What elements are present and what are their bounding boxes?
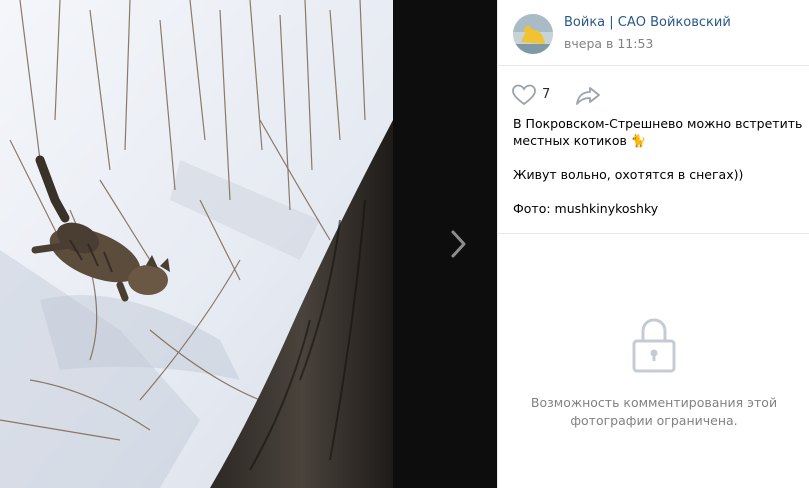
post-time: вчера в 11:53 [564, 36, 654, 51]
photo-viewer: Войка | САО Войковский вчера в 11:53 7 В… [0, 0, 809, 488]
lock-icon [631, 315, 677, 375]
next-photo-button[interactable] [444, 222, 474, 266]
like-button[interactable]: 7 [512, 84, 560, 106]
post-author-link[interactable]: Войка | САО Войковский [564, 15, 731, 30]
post-text-line: Живут вольно, охотятся в снегах)) [513, 167, 744, 182]
share-button[interactable] [575, 84, 603, 106]
post-text: В Покровском-Стрешнево можно встретить м… [513, 115, 803, 217]
post-header: Войка | САО Войковский вчера в 11:53 [498, 0, 809, 66]
post-text-line: В Покровском-Стрешнево можно встретить м… [513, 116, 807, 148]
photo[interactable] [0, 0, 393, 488]
post-text-line: Фото: mushkinykoshky [513, 201, 659, 216]
heart-icon [512, 84, 536, 106]
info-panel: Войка | САО Войковский вчера в 11:53 7 В… [497, 0, 809, 488]
comments-restricted-notice: Возможность комментирования этой фотогра… [530, 395, 778, 428]
avatar[interactable] [513, 14, 553, 54]
chevron-right-icon [451, 230, 466, 258]
photo-area [0, 0, 497, 488]
divider [498, 233, 809, 234]
share-arrow-icon [576, 87, 600, 105]
like-count: 7 [542, 87, 551, 102]
